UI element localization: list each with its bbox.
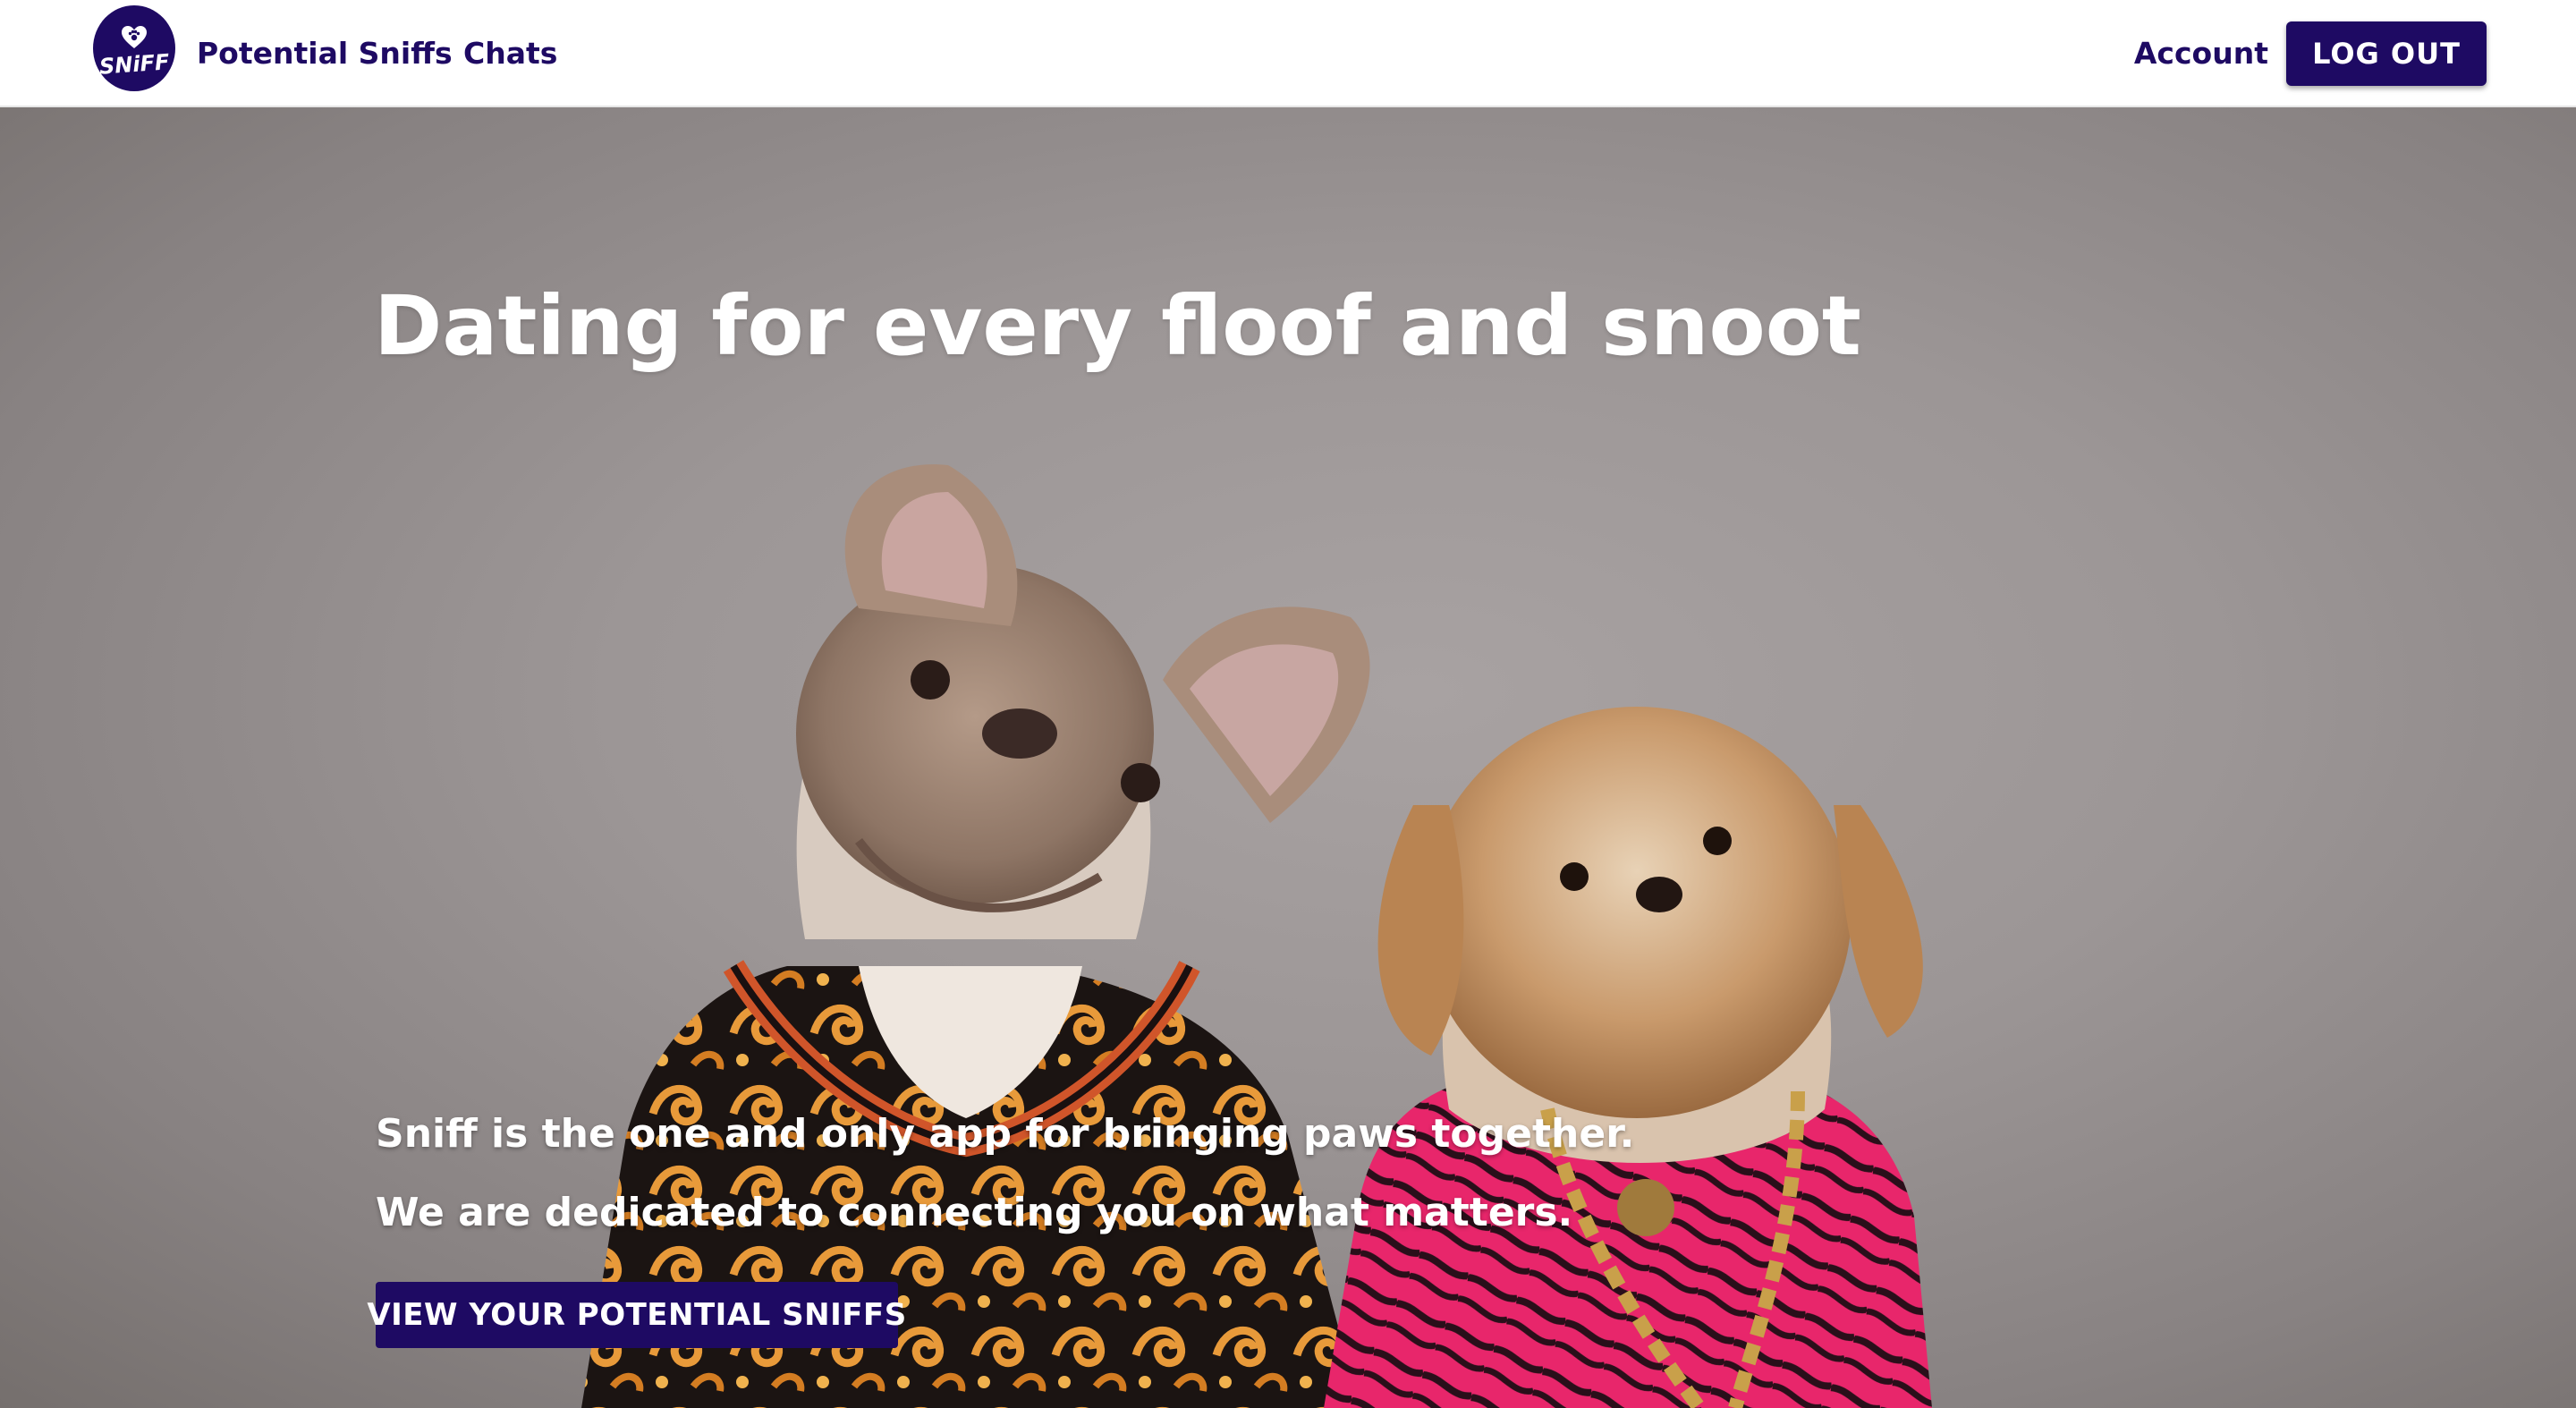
nav-link-potential-sniffs[interactable]: Potential Sniffs [197,34,453,73]
nav-link-chats[interactable]: Chats [463,34,557,73]
hero-tagline-2: We are dedicated to connecting you on wh… [376,1190,1573,1235]
hero-section: Dating for every floof and snoot Sniff i… [0,107,2576,1408]
logo-wordmark: SNiFF [97,49,171,80]
view-potential-sniffs-button[interactable]: VIEW YOUR POTENTIAL SNIFFS [367,1282,906,1348]
heart-paw-icon [122,26,147,48]
nav-link-account[interactable]: Account [2134,34,2268,73]
logout-button[interactable]: LOG OUT [2286,21,2487,86]
hero-tagline-1: Sniff is the one and only app for bringi… [376,1111,1635,1157]
sniff-logo[interactable]: SNiFF [93,5,175,91]
top-navbar: SNiFF Potential Sniffs Chats Account LOG… [0,0,2576,107]
hero-title: Dating for every floof and snoot [374,278,1861,374]
